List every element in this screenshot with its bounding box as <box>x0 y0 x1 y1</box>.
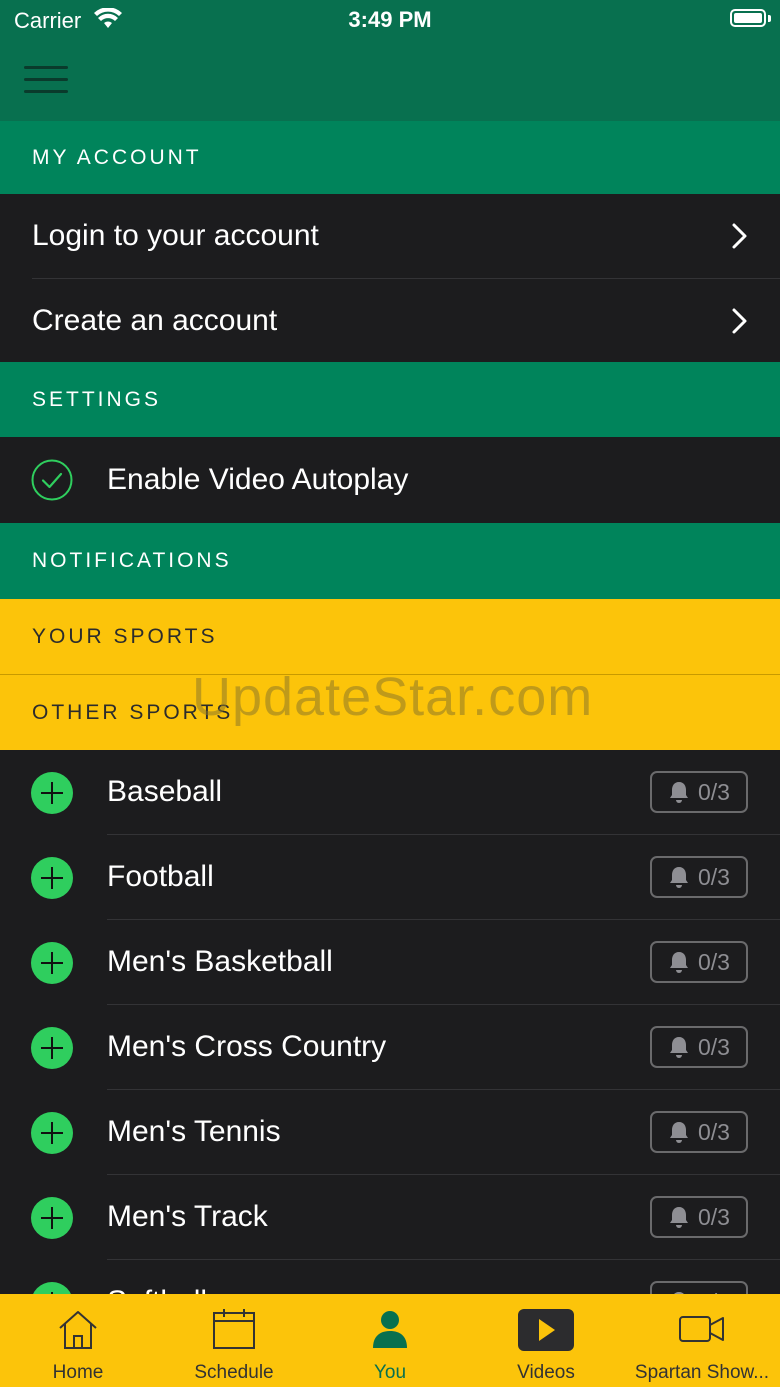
add-sport-plus-icon[interactable] <box>31 1027 73 1069</box>
tab-you[interactable]: You <box>312 1294 468 1387</box>
tab-spartan-show[interactable]: Spartan Show... <box>624 1294 780 1387</box>
bell-icon <box>670 1037 688 1058</box>
tab-home[interactable]: Home <box>0 1294 156 1387</box>
section-header-my-account: MY ACCOUNT <box>0 121 780 194</box>
status-bar: Carrier 3:49 PM <box>0 0 780 40</box>
notification-count-button[interactable]: 0/3 <box>650 941 748 983</box>
notification-count-button[interactable]: 0/3 <box>650 1026 748 1068</box>
tab-label: Videos <box>517 1362 575 1383</box>
status-time: 3:49 PM <box>348 7 432 32</box>
autoplay-row[interactable]: Enable Video Autoplay <box>0 437 780 523</box>
tab-bar: Home Schedule You Videos Spartan Show... <box>0 1294 780 1387</box>
notification-count-button[interactable]: 0/3 <box>650 771 748 813</box>
notification-count-button[interactable]: 0/3 <box>650 1196 748 1238</box>
add-sport-plus-icon[interactable] <box>31 1112 73 1154</box>
tab-label: Spartan Show... <box>634 1362 770 1383</box>
sport-row[interactable]: Men's Cross Country 0/3 <box>0 1005 780 1090</box>
checkmark-circle-icon[interactable] <box>31 459 73 501</box>
bell-icon <box>670 782 688 803</box>
add-sport-plus-icon[interactable] <box>31 1197 73 1239</box>
section-header-notifications: NOTIFICATIONS <box>0 523 780 599</box>
notification-count-button[interactable]: 0/3 <box>650 1111 748 1153</box>
sport-name: Baseball <box>107 775 223 808</box>
sport-name: Men's Basketball <box>107 945 333 978</box>
sport-row[interactable]: Men's Basketball 0/3 <box>0 920 780 1005</box>
sport-name: Men's Track <box>107 1200 268 1233</box>
sport-row[interactable]: Baseball 0/3 <box>0 750 780 835</box>
bell-icon <box>670 1207 688 1228</box>
video-camera-icon <box>679 1316 724 1342</box>
person-icon <box>373 1311 407 1348</box>
add-sport-plus-icon[interactable] <box>31 772 73 814</box>
bell-icon <box>670 867 688 888</box>
sport-name: Men's Cross Country <box>107 1030 387 1063</box>
battery-icon <box>730 9 766 27</box>
chevron-right-icon <box>732 308 747 333</box>
notification-count: 0/3 <box>698 863 730 890</box>
bell-icon <box>670 952 688 973</box>
notification-count: 0/3 <box>698 1033 730 1060</box>
sport-name: Football <box>107 860 214 893</box>
notification-count: 0/3 <box>698 1118 730 1145</box>
section-header-other-sports: OTHER SPORTS <box>0 675 780 750</box>
tab-label: Home <box>52 1362 104 1383</box>
create-account-row[interactable]: Create an account <box>0 279 780 362</box>
notification-count: 0/3 <box>698 778 730 805</box>
section-header-your-sports: YOUR SPORTS <box>0 599 780 675</box>
add-sport-plus-icon[interactable] <box>31 857 73 899</box>
sport-row[interactable]: Men's Track 0/3 <box>0 1175 780 1260</box>
battery-nub <box>768 15 771 22</box>
navigation-bar <box>0 40 780 121</box>
tab-label: Schedule <box>194 1362 274 1383</box>
home-icon <box>59 1311 97 1349</box>
autoplay-label: Enable Video Autoplay <box>107 463 409 496</box>
sport-name: Men's Tennis <box>107 1115 281 1148</box>
tab-label: You <box>373 1362 407 1383</box>
login-label: Login to your account <box>32 219 319 252</box>
tab-schedule[interactable]: Schedule <box>156 1294 312 1387</box>
calendar-icon <box>213 1309 255 1349</box>
chevron-right-icon <box>732 223 747 249</box>
section-header-settings: SETTINGS <box>0 362 780 437</box>
notification-count-button[interactable]: 0/3 <box>650 856 748 898</box>
bell-icon <box>670 1122 688 1143</box>
play-icon <box>518 1309 574 1351</box>
login-row[interactable]: Login to your account <box>0 194 780 278</box>
sport-row[interactable]: Men's Tennis 0/3 <box>0 1090 780 1175</box>
sport-row[interactable]: Football 0/3 <box>0 835 780 920</box>
hamburger-menu-icon[interactable] <box>24 66 70 94</box>
tab-videos[interactable]: Videos <box>468 1294 624 1387</box>
notification-count: 0/3 <box>698 1203 730 1230</box>
notification-count: 0/3 <box>698 948 730 975</box>
add-sport-plus-icon[interactable] <box>31 942 73 984</box>
create-account-label: Create an account <box>32 303 278 337</box>
